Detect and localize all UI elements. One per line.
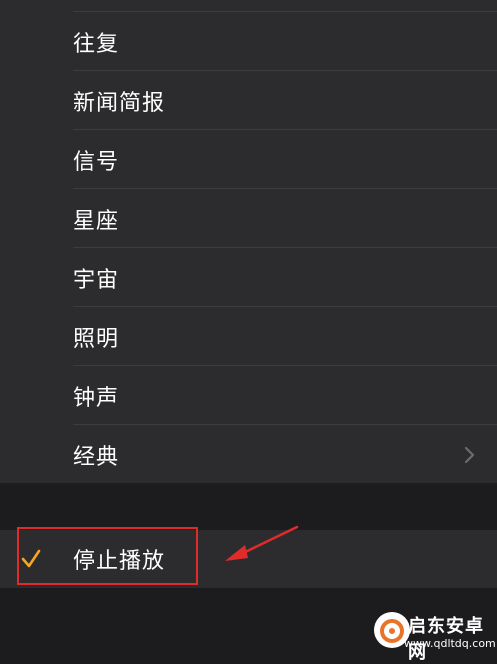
watermark: 启东安卓网 www.qdltdq.com [360,604,497,663]
list-item-news-brief[interactable]: 新闻简报 [0,71,497,130]
tone-list: 往复 新闻简报 信号 星座 宇宙 照明 钟声 经典 [0,0,497,483]
list-item-label: 星座 [73,208,120,234]
list-item-wangfu[interactable]: 往复 [0,12,497,71]
list-item-label: 照明 [73,326,120,352]
list-item-classic[interactable]: 经典 [0,425,497,484]
list-item-signal[interactable]: 信号 [0,130,497,189]
list-item-illumination[interactable]: 照明 [0,307,497,366]
list-item-label: 钟声 [73,385,120,411]
list-item-label: 往复 [73,31,120,57]
list-item-label: 宇宙 [73,267,120,293]
chevron-right-icon [464,446,475,463]
watermark-url: www.qdltdq.com [404,637,496,650]
list-item-label: 新闻简报 [73,90,166,116]
list-item-universe[interactable]: 宇宙 [0,248,497,307]
list-item-constellation[interactable]: 星座 [0,189,497,248]
list-item-label: 信号 [73,149,120,175]
annotation-arrow-icon [225,525,299,561]
annotation-highlight-box [17,527,198,585]
list-item-bell[interactable]: 钟声 [0,366,497,425]
list-item-label: 经典 [73,444,120,470]
